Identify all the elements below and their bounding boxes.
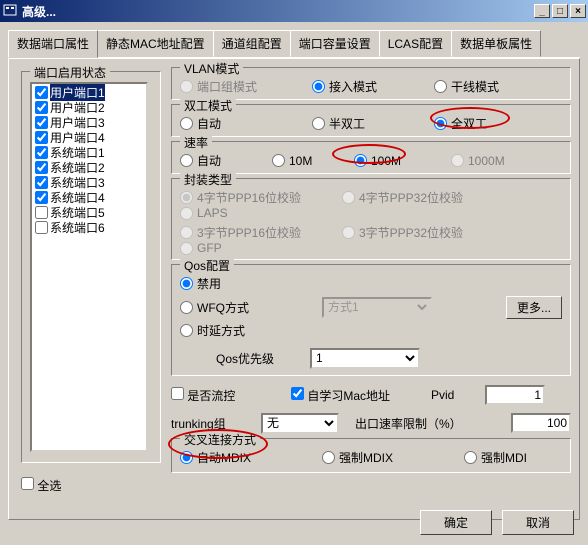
port-enable-title: 端口启用状态	[30, 64, 110, 81]
trunking-label: trunking组	[171, 415, 261, 432]
qos-title: Qos配置	[180, 257, 234, 274]
flowctrl-checkbox[interactable]: 是否流控	[171, 387, 291, 404]
qos-priority-select[interactable]: 1	[310, 348, 420, 369]
tab-channel[interactable]: 通道组配置	[213, 30, 291, 57]
encap-r0c0: 4字节PPP16位校验	[180, 189, 330, 206]
vlan-title: VLAN模式	[180, 60, 243, 77]
cross-opt-2[interactable]: 强制MDI	[464, 449, 534, 466]
cancel-button[interactable]: 取消	[502, 510, 574, 535]
trunking-select[interactable]: 无	[261, 413, 339, 434]
tab-port-props[interactable]: 数据端口属性	[8, 30, 98, 58]
ratelimit-input[interactable]	[511, 413, 571, 433]
pvid-label: Pvid	[431, 388, 485, 402]
vlan-opt-1[interactable]: 接入模式	[312, 78, 422, 95]
port-item-9[interactable]: 系统端口6	[33, 220, 145, 235]
duplex-title: 双工模式	[180, 97, 236, 114]
speed-opt-0[interactable]: 自动	[180, 152, 260, 169]
qos-opt-0[interactable]: 禁用	[180, 275, 550, 292]
duplex-opt-1[interactable]: 半双工	[312, 115, 422, 132]
port-listbox[interactable]: 用户端口1 用户端口2 用户端口3 用户端口4 系统端口1 系统端口2 系统端口…	[30, 82, 148, 452]
tab-board[interactable]: 数据单板属性	[451, 30, 541, 57]
window-title: 高级...	[22, 3, 532, 20]
ok-button[interactable]: 确定	[420, 510, 492, 535]
tab-capacity[interactable]: 端口容量设置	[290, 30, 380, 57]
duplex-opt-0[interactable]: 自动	[180, 115, 300, 132]
select-all-checkbox[interactable]: 全选	[21, 479, 61, 493]
port-item-1[interactable]: 用户端口2	[33, 100, 145, 115]
encap-r1c2: GFP	[180, 241, 250, 255]
encap-r0c2: LAPS	[180, 206, 250, 220]
encap-title: 封装类型	[180, 171, 236, 188]
port-item-7[interactable]: 系统端口4	[33, 190, 145, 205]
port-item-0[interactable]: 用户端口1	[33, 85, 145, 100]
qos-opt-2[interactable]: 时延方式	[180, 322, 550, 339]
speed-opt-3: 1000M	[451, 154, 521, 168]
tab-lcas[interactable]: LCAS配置	[379, 30, 452, 57]
tab-mac[interactable]: 静态MAC地址配置	[97, 30, 214, 57]
minimize-button[interactable]: _	[534, 4, 550, 18]
port-item-3[interactable]: 用户端口4	[33, 130, 145, 145]
port-item-4[interactable]: 系统端口1	[33, 145, 145, 160]
port-item-5[interactable]: 系统端口2	[33, 160, 145, 175]
encap-r1c1: 3字节PPP32位校验	[342, 224, 492, 241]
speed-opt-1[interactable]: 10M	[272, 154, 342, 168]
vlan-opt-2[interactable]: 干线模式	[434, 78, 504, 95]
cross-opt-0[interactable]: 自动MDIX	[180, 449, 310, 466]
duplex-opt-2[interactable]: 全双工	[434, 115, 504, 132]
pvid-input[interactable]	[485, 385, 545, 405]
vlan-opt-0: 端口组模式	[180, 78, 300, 95]
maximize-button[interactable]: □	[552, 4, 568, 18]
port-item-8[interactable]: 系统端口5	[33, 205, 145, 220]
ratelimit-label: 出口速率限制（%）	[355, 415, 462, 432]
qos-priority-label: Qos优先级	[180, 350, 310, 367]
qos-more-button[interactable]: 更多...	[506, 296, 562, 319]
encap-r1c0: 3字节PPP16位校验	[180, 224, 330, 241]
tab-bar: 数据端口属性 静态MAC地址配置 通道组配置 端口容量设置 LCAS配置 数据单…	[8, 30, 580, 58]
port-item-2[interactable]: 用户端口3	[33, 115, 145, 130]
port-item-6[interactable]: 系统端口3	[33, 175, 145, 190]
encap-r0c1: 4字节PPP32位校验	[342, 189, 492, 206]
autolearn-checkbox[interactable]: 自学习Mac地址	[291, 387, 431, 404]
close-button[interactable]: ×	[570, 4, 586, 18]
app-icon	[2, 3, 18, 19]
speed-opt-2[interactable]: 100M	[354, 154, 439, 168]
qos-mode-select: 方式1	[322, 297, 432, 318]
cross-opt-1[interactable]: 强制MDIX	[322, 449, 452, 466]
qos-opt-1[interactable]: WFQ方式	[180, 299, 310, 316]
speed-title: 速率	[180, 134, 212, 151]
cross-title: 交叉连接方式	[180, 431, 260, 448]
